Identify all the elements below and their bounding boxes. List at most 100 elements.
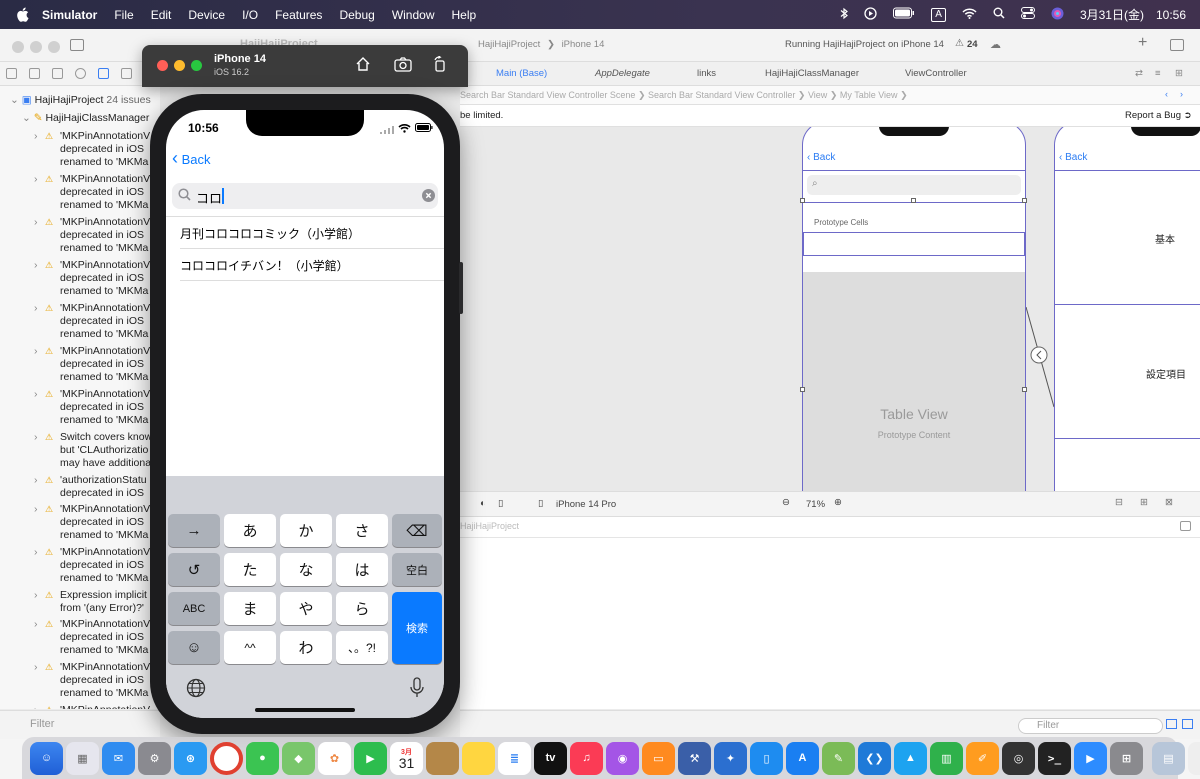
scene1-search-bar[interactable]: ⌕ xyxy=(807,175,1021,195)
menu-debug[interactable]: Debug xyxy=(339,8,374,22)
result-row-1[interactable]: 月刊コロコロコミック（小学館） xyxy=(180,217,444,249)
kb-space-key[interactable]: 空白 xyxy=(392,553,442,586)
zoom-window-button[interactable] xyxy=(48,41,60,53)
notes-icon[interactable] xyxy=(462,741,495,775)
disclosure-chevron-icon[interactable]: › xyxy=(34,474,38,487)
variables-view-icon[interactable] xyxy=(1166,719,1177,729)
music-icon[interactable]: ♫ xyxy=(570,741,603,775)
xcode-icon[interactable]: ⚒ xyxy=(678,741,711,775)
kb-emoji-key[interactable]: ☺ xyxy=(168,631,220,664)
kb-key-kaomoji[interactable]: ^^ xyxy=(224,631,276,664)
zoom-out-icon[interactable]: ⊖ xyxy=(782,497,790,508)
scene2-row-settings[interactable]: 設定項目 xyxy=(1146,366,1186,381)
mail-icon[interactable]: ✉ xyxy=(102,741,135,775)
issue-navigator-icon[interactable] xyxy=(98,68,109,79)
input-source-icon[interactable]: A xyxy=(931,7,946,22)
search-input[interactable]: コロ xyxy=(196,188,222,207)
menu-help[interactable]: Help xyxy=(452,8,477,22)
storyboard-canvas[interactable]: ‹ Back ⌕ Prototype Cells Table View Prot… xyxy=(460,127,1200,491)
jump-next-icon[interactable]: › xyxy=(1180,89,1183,99)
find-icon[interactable] xyxy=(75,68,86,79)
segue-connector[interactable] xyxy=(1026,307,1056,417)
disclosure-chevron-icon[interactable]: › xyxy=(34,704,38,709)
vscode-icon[interactable]: ❮❯ xyxy=(858,741,891,775)
tab-viewcontroller[interactable]: ViewController xyxy=(905,68,967,79)
kb-key-wa[interactable]: わ xyxy=(280,631,332,664)
resize-handle[interactable] xyxy=(800,387,805,392)
disclosure-chevron-icon[interactable]: › xyxy=(34,546,38,559)
finder-icon[interactable]: ☺ xyxy=(30,741,63,775)
menu-time[interactable]: 10:56 xyxy=(1156,8,1186,22)
microphone-icon[interactable] xyxy=(410,677,424,702)
bluetooth-icon[interactable] xyxy=(840,7,849,23)
spotlight-search-icon[interactable] xyxy=(993,7,1005,22)
search-scene[interactable]: ‹ Back ⌕ Prototype Cells Table View Prot… xyxy=(800,127,1027,491)
result-row-2[interactable]: コロコロイチバン！（小学館） xyxy=(180,249,444,281)
kb-key-undo[interactable]: ↺ xyxy=(168,553,220,586)
script-editor-icon[interactable]: ✎ xyxy=(822,741,855,775)
tab-links[interactable]: links xyxy=(697,68,716,79)
instruments-icon[interactable]: ✦ xyxy=(714,741,747,775)
disclosure-chevron-icon[interactable]: › xyxy=(34,661,38,674)
scene2-row-basic[interactable]: 基本 xyxy=(1155,231,1175,246)
textedit-icon[interactable]: ✍ xyxy=(1188,741,1200,775)
disclosure-chevron-icon[interactable]: › xyxy=(34,388,38,401)
kb-abc-key[interactable]: ABC xyxy=(168,592,220,625)
side-button[interactable] xyxy=(459,262,463,314)
home-icon[interactable] xyxy=(355,56,371,75)
books-icon[interactable]: ▭ xyxy=(642,741,675,775)
inspector-toggle-icon[interactable] xyxy=(1170,39,1184,51)
tab-main-base[interactable]: Main (Base) xyxy=(496,68,547,79)
disclosure-chevron-icon[interactable]: › xyxy=(34,130,38,143)
disclosure-chevron-icon[interactable]: › xyxy=(34,345,38,358)
add-constraints-icon[interactable]: ⊞ xyxy=(1140,497,1148,508)
jump-main-base[interactable]: Search Bar Standard View Controller Scen… xyxy=(460,90,635,100)
minimize-window-button[interactable] xyxy=(30,41,42,53)
resize-handle[interactable] xyxy=(1022,198,1027,203)
numbers-icon[interactable]: ▥ xyxy=(930,741,963,775)
control-center-icon[interactable] xyxy=(1020,7,1035,22)
navigator-filter[interactable]: Filter xyxy=(0,710,160,739)
sim-close-button[interactable] xyxy=(157,60,168,71)
jump-scene[interactable]: Search Bar Standard View Controller xyxy=(648,90,795,100)
warning-icon[interactable]: ⚠ xyxy=(955,38,964,49)
kb-key-ta[interactable]: た xyxy=(224,553,276,586)
kb-key-na[interactable]: な xyxy=(280,553,332,586)
disclosure-chevron-icon[interactable]: › xyxy=(34,503,38,516)
group-row[interactable]: ⌄ ✎ HajiHajiClassManager xyxy=(22,112,149,125)
cloud-icon[interactable]: ☁ xyxy=(990,38,1001,51)
siri-icon[interactable] xyxy=(1051,7,1064,23)
disclosure-chevron-icon[interactable]: › xyxy=(34,618,38,631)
disclosure-chevron-icon[interactable]: › xyxy=(34,216,38,229)
menu-edit[interactable]: Edit xyxy=(151,8,172,22)
back-button[interactable]: ‹ Back xyxy=(172,149,211,167)
prototype-cell[interactable] xyxy=(803,232,1025,256)
scene1-back-button[interactable]: ‹ Back xyxy=(807,152,835,163)
disclosure-chevron-icon[interactable]: › xyxy=(34,302,38,315)
kb-key-sa[interactable]: さ xyxy=(336,514,388,547)
resize-handle[interactable] xyxy=(911,198,916,203)
console-filter-input[interactable]: Filter xyxy=(1018,718,1163,734)
keynote-icon[interactable]: ▲ xyxy=(894,741,927,775)
scheme-selector[interactable]: HajiHajiProject ❯ iPhone 14 xyxy=(478,39,604,50)
sim-zoom-button[interactable] xyxy=(191,60,202,71)
kb-key-ra[interactable]: ら xyxy=(336,592,388,625)
simulator-icon[interactable]: ▯ xyxy=(750,741,783,775)
device-icon[interactable]: ▯ xyxy=(538,498,543,509)
appearance-icon[interactable]: ◐ xyxy=(480,498,486,509)
notes-app-icon[interactable] xyxy=(426,741,459,775)
test-icon[interactable] xyxy=(121,68,132,79)
jump-controller[interactable]: View xyxy=(808,90,827,100)
menu-file[interactable]: File xyxy=(114,8,133,22)
preview-icon[interactable]: ▤ xyxy=(1152,741,1185,775)
folder-icon[interactable] xyxy=(6,68,17,79)
menu-app-name[interactable]: Simulator xyxy=(42,8,97,22)
orientation-icon[interactable]: ▯ xyxy=(498,498,503,509)
source-control-icon[interactable] xyxy=(29,68,40,79)
zoom-in-icon[interactable]: ⊕ xyxy=(834,497,842,508)
menu-io[interactable]: I/O xyxy=(242,8,258,22)
kb-delete-key[interactable]: ⌫ xyxy=(392,514,442,547)
align-icon[interactable]: ⊟ xyxy=(1115,497,1123,508)
add-icon[interactable]: + xyxy=(1138,34,1147,52)
disclosure-chevron-icon[interactable]: › xyxy=(34,259,38,272)
